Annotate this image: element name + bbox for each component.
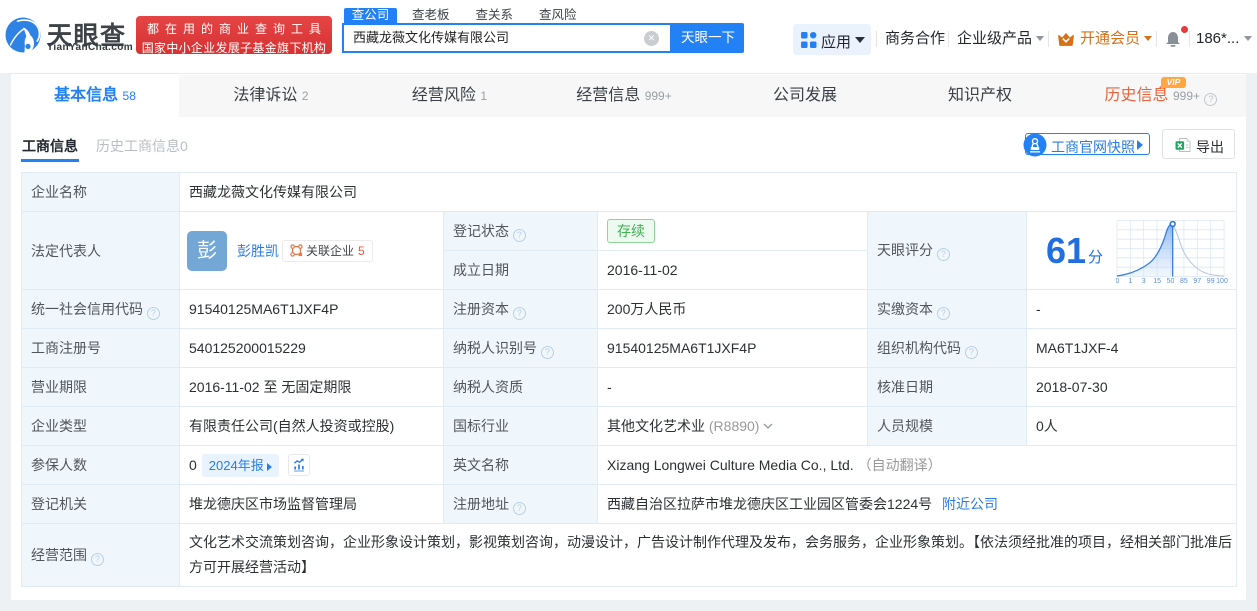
svg-text:1: 1	[1128, 278, 1132, 284]
svg-text:97: 97	[1193, 278, 1201, 284]
svg-text:100: 100	[1216, 278, 1228, 284]
svg-text:0: 0	[1116, 278, 1120, 284]
svg-text:3: 3	[1142, 278, 1146, 284]
svg-text:15: 15	[1153, 278, 1161, 284]
svg-text:99: 99	[1207, 278, 1215, 284]
svg-text:50: 50	[1167, 278, 1175, 284]
svg-text:85: 85	[1180, 278, 1188, 284]
